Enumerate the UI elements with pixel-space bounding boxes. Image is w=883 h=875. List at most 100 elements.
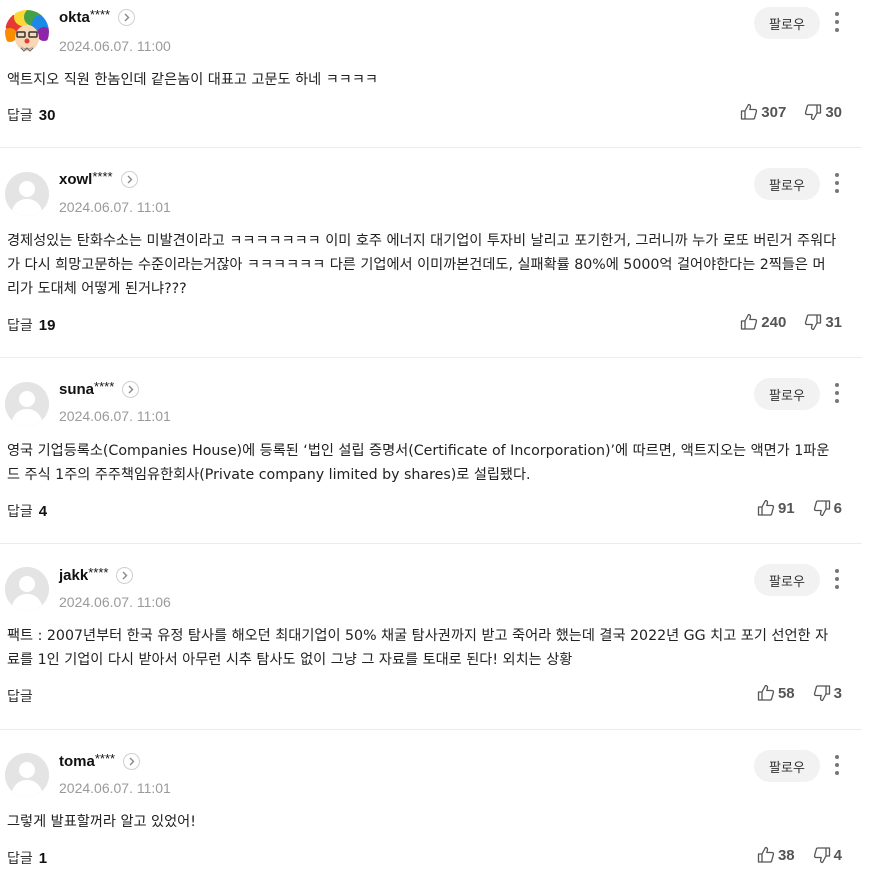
vote-bar: 307 30	[740, 103, 842, 121]
dislike-count: 4	[833, 846, 842, 864]
chevron-right-icon[interactable]	[123, 753, 141, 770]
reply-label: 답글	[7, 504, 33, 520]
thumbs-up-icon	[757, 684, 775, 701]
reply-count: 1	[38, 850, 48, 867]
comment-item: okta **** 2024.06.07. 11:00 팔로우 액트지오 직원 한…	[0, 0, 862, 148]
nickname[interactable]: toma ****	[59, 751, 141, 770]
like-button[interactable]: 91	[757, 499, 795, 517]
chevron-right-icon[interactable]	[122, 381, 140, 398]
default-avatar-icon	[5, 172, 49, 216]
avatar[interactable]	[5, 10, 49, 54]
comment-item: suna **** 2024.06.07. 11:01 팔로우 영국 기업등록소(…	[0, 358, 862, 544]
nickname[interactable]: suna ****	[59, 379, 140, 398]
dislike-button[interactable]: 3	[813, 684, 842, 702]
more-options-icon[interactable]	[828, 171, 846, 195]
comment-item: toma **** 2024.06.07. 11:01 팔로우 그렇게 발표할꺼라…	[0, 730, 862, 875]
default-avatar-icon	[5, 382, 49, 426]
comment-date: 2024.06.07. 11:01	[59, 780, 171, 796]
more-options-icon[interactable]	[828, 753, 846, 777]
nickname-text: xowl	[59, 171, 93, 188]
chevron-right-icon[interactable]	[118, 9, 136, 26]
dislike-button[interactable]: 6	[813, 499, 842, 517]
nickname-text: okta	[59, 9, 90, 26]
comment-date: 2024.06.07. 11:06	[59, 594, 171, 610]
reply-label: 답글	[7, 689, 33, 705]
dislike-count: 30	[825, 103, 842, 121]
thumbs-up-icon	[757, 846, 775, 863]
comment-text: 액트지오 직원 한놈인데 같은놈이 대표고 고문도 하네 ㅋㅋㅋㅋ	[7, 72, 378, 88]
follow-button[interactable]: 팔로우	[754, 564, 820, 596]
reply-label: 답글	[7, 318, 33, 334]
thumbs-down-icon	[805, 104, 822, 121]
reply-button[interactable]: 답글 30	[7, 105, 55, 125]
nickname-text: toma	[59, 753, 95, 770]
follow-button[interactable]: 팔로우	[754, 378, 820, 410]
reply-label: 답글	[7, 851, 33, 867]
vote-bar: 240 31	[740, 313, 842, 331]
dislike-button[interactable]: 31	[804, 313, 842, 331]
default-avatar-icon	[5, 567, 49, 611]
thumbs-down-icon	[813, 500, 830, 517]
comment-item: jakk **** 2024.06.07. 11:06 팔로우 팩트 : 2007…	[0, 544, 862, 730]
like-count: 91	[777, 499, 795, 517]
nickname-mask: ****	[94, 379, 115, 394]
comment-item: xowl **** 2024.06.07. 11:01 팔로우 경제성있는 탄화수…	[0, 148, 862, 358]
nickname-mask: ****	[88, 565, 109, 580]
like-button[interactable]: 38	[757, 846, 795, 864]
avatar[interactable]	[5, 382, 49, 426]
thumbs-down-icon	[813, 847, 830, 864]
like-count: 307	[761, 103, 787, 121]
comment-date: 2024.06.07. 11:00	[59, 38, 171, 54]
thumbs-up-icon	[757, 499, 775, 516]
comment-date: 2024.06.07. 11:01	[59, 199, 171, 215]
chevron-right-icon[interactable]	[116, 567, 134, 584]
like-count: 38	[777, 846, 795, 864]
like-button[interactable]: 240	[740, 313, 786, 331]
follow-button[interactable]: 팔로우	[754, 750, 820, 782]
more-options-icon[interactable]	[828, 381, 846, 405]
comment-date: 2024.06.07. 11:01	[59, 408, 171, 424]
more-options-icon[interactable]	[828, 567, 846, 591]
dislike-count: 6	[833, 499, 842, 517]
dislike-button[interactable]: 4	[813, 846, 842, 864]
reply-button[interactable]: 답글 4	[7, 501, 47, 521]
thumbs-down-icon	[805, 314, 822, 331]
nickname[interactable]: jakk ****	[59, 565, 134, 584]
nickname-text: jakk	[59, 567, 89, 584]
reply-count: 30	[38, 107, 56, 124]
nickname-mask: ****	[89, 7, 111, 22]
dislike-button[interactable]: 30	[804, 103, 842, 121]
nickname[interactable]: xowl ****	[59, 169, 138, 188]
follow-button[interactable]: 팔로우	[754, 7, 820, 39]
vote-bar: 58 3	[757, 684, 842, 702]
reply-count: 19	[38, 317, 56, 334]
reply-label: 답글	[7, 108, 33, 124]
more-options-icon[interactable]	[828, 10, 846, 34]
follow-button[interactable]: 팔로우	[754, 168, 820, 200]
nickname-mask: ****	[94, 751, 116, 766]
vote-bar: 91 6	[757, 499, 842, 517]
comment-text: 경제성있는 탄화수소는 미발견이라고 ㅋㅋㅋㅋㅋㅋㅋ 이미 호주 에너지 대기업…	[7, 233, 837, 297]
comment-text: 팩트 : 2007년부터 한국 유정 탐사를 해오던 최대기업이 50% 채굴 …	[7, 628, 829, 668]
avatar[interactable]	[5, 753, 49, 797]
comment-list: okta **** 2024.06.07. 11:00 팔로우 액트지오 직원 한…	[0, 0, 883, 875]
vote-bar: 38 4	[757, 846, 842, 864]
avatar[interactable]	[5, 172, 49, 216]
comment-text: 그렇게 발표할꺼라 알고 있었어!	[7, 814, 196, 830]
nickname[interactable]: okta ****	[59, 7, 136, 26]
reply-button[interactable]: 답글 19	[7, 315, 55, 335]
reply-button[interactable]: 답글 1	[7, 848, 47, 868]
avatar[interactable]	[5, 567, 49, 611]
comment-text: 영국 기업등록소(Companies House)에 등록된 ‘법인 설립 증명…	[7, 443, 830, 483]
reply-count: 4	[38, 503, 48, 520]
like-count: 58	[777, 684, 795, 702]
like-button[interactable]: 58	[757, 684, 795, 702]
like-button[interactable]: 307	[740, 103, 786, 121]
chevron-right-icon[interactable]	[120, 171, 138, 188]
nickname-mask: ****	[92, 169, 113, 184]
thumbs-down-icon	[813, 685, 830, 702]
default-avatar-icon	[5, 753, 49, 797]
reply-button[interactable]: 답글	[7, 686, 39, 706]
dislike-count: 31	[825, 313, 842, 331]
like-count: 240	[761, 313, 787, 331]
